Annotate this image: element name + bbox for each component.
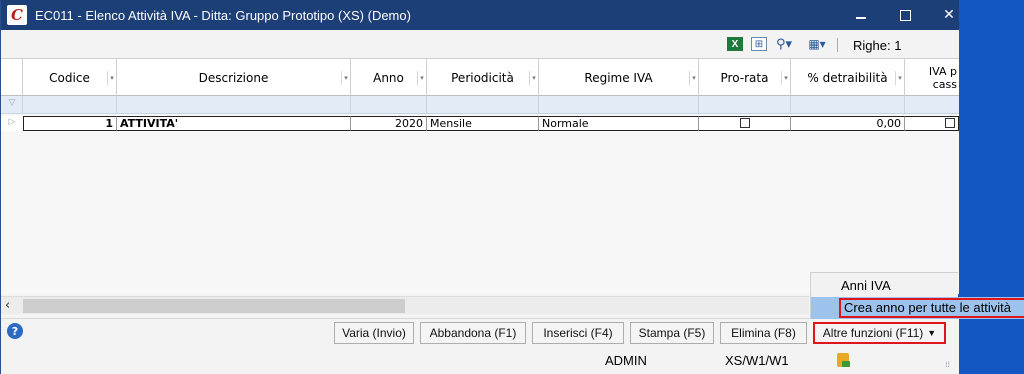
chevron-down-icon[interactable]: ▾ [895, 71, 904, 85]
chevron-down-icon[interactable]: ▾ [417, 71, 426, 85]
table-row[interactable]: ▷ 1 ATTIVITA' 2020 Mensile Normale 0,00 [1, 116, 959, 131]
status-bar: ADMIN XS/W1/W1 ⁞⁞ [1, 346, 959, 374]
menu-item-anni-iva[interactable]: Anni IVA [811, 275, 1024, 297]
column-header-label: IVA p cass [928, 65, 957, 91]
column-header-descrizione[interactable]: Descrizione ▾ [117, 59, 351, 97]
column-header-label: Codice [49, 71, 90, 85]
row-selector-header [1, 59, 23, 97]
column-header-regime-iva[interactable]: Regime IVA ▾ [539, 59, 699, 97]
grid-toolbar: X ⊞ ⚲▾ ▦▾ Righe: 1 [1, 30, 959, 58]
cell-periodicita[interactable]: Mensile [427, 116, 539, 131]
maximize-button[interactable] [883, 0, 927, 30]
app-logo-icon: C [7, 5, 27, 25]
filter-cell-pro-rata[interactable] [699, 96, 791, 114]
resize-grip-icon[interactable]: ⁞⁞ [945, 360, 950, 369]
filter-cell-regime-iva[interactable] [539, 96, 699, 114]
cell-anno[interactable]: 2020 [351, 116, 427, 131]
column-header-label: Periodicità [451, 71, 514, 85]
column-header-detraibilita[interactable]: % detraibilità ▾ [791, 59, 905, 97]
grid-header: Codice ▾ Descrizione ▾ Anno ▾ Periodicit… [1, 58, 959, 97]
title-bar[interactable]: C EC011 - Elenco Attività IVA - Ditta: G… [1, 0, 959, 30]
status-path: XS/W1/W1 [725, 353, 789, 368]
filter-cell-descrizione[interactable] [117, 96, 351, 114]
window-title: EC011 - Elenco Attività IVA - Ditta: Gru… [35, 7, 411, 23]
filter-row[interactable]: ▽ [1, 96, 959, 114]
grid-layout-icon[interactable]: ⊞ [751, 37, 767, 51]
row-indicator-icon: ▷ [8, 117, 16, 127]
minimize-icon [856, 17, 866, 19]
altre-funzioni-button[interactable]: Altre funzioni (F11) ▼ [813, 322, 946, 344]
column-header-label: Anno [373, 71, 404, 85]
pro-rata-checkbox[interactable] [739, 118, 750, 128]
stampa-button[interactable]: Stampa (F5) [630, 322, 714, 344]
cell-iva-cassa[interactable] [905, 116, 959, 131]
chevron-down-icon[interactable]: ▾ [341, 71, 350, 85]
column-header-anno[interactable]: Anno ▾ [351, 59, 427, 97]
chevron-down-icon[interactable]: ▾ [107, 71, 116, 85]
column-header-label: Descrizione [198, 71, 269, 85]
column-header-pro-rata[interactable]: Pro-rata ▾ [699, 59, 791, 97]
cell-codice[interactable]: 1 [23, 116, 117, 131]
inserisci-button[interactable]: Inserisci (F4) [532, 322, 624, 344]
iva-cassa-checkbox[interactable] [945, 118, 955, 128]
altre-funzioni-label: Altre funzioni (F11) [822, 326, 924, 340]
filter-cell-anno[interactable] [351, 96, 427, 114]
excel-export-icon[interactable]: X [727, 37, 743, 51]
maximize-icon [899, 9, 911, 21]
help-icon[interactable]: ? [7, 323, 23, 339]
column-header-iva-cassa[interactable]: IVA p cass [905, 59, 959, 97]
search-filter-icon[interactable]: ⚲▾ [771, 37, 797, 52]
cell-descrizione[interactable]: ATTIVITA' [117, 116, 351, 131]
chevron-down-icon[interactable]: ▾ [781, 71, 790, 85]
filter-cell-iva-cassa[interactable] [905, 96, 959, 114]
toolbar-divider [837, 38, 838, 52]
close-icon: ✕ [943, 7, 955, 23]
scroll-left-icon[interactable]: ‹ [5, 298, 10, 313]
abbandona-button[interactable]: Abbandona (F1) [420, 322, 526, 344]
close-button[interactable]: ✕ [927, 0, 971, 30]
row-count: Righe: 1 [853, 38, 902, 53]
menu-item-crea-anno[interactable]: Crea anno per tutte le attività [844, 300, 1024, 316]
status-user: ADMIN [605, 353, 647, 368]
cell-pro-rata[interactable] [699, 116, 791, 131]
varia-button[interactable]: Varia (Invio) [334, 322, 414, 344]
filter-cell [1, 96, 23, 114]
horizontal-scrollbar[interactable]: ‹ [1, 296, 809, 314]
caret-down-icon: ▼ [927, 328, 937, 338]
cell-regime-iva[interactable]: Normale [539, 116, 699, 131]
column-header-label: % detraibilità [807, 71, 888, 85]
cell-detraibilita[interactable]: 0,00 [791, 116, 905, 131]
chevron-down-icon[interactable]: ▾ [529, 71, 538, 85]
column-header-codice[interactable]: Codice ▾ [23, 59, 117, 97]
column-header-periodicita[interactable]: Periodicità ▾ [427, 59, 539, 97]
button-bar: ? Varia (Invio) Abbandona (F1) Inserisci… [1, 318, 959, 346]
chevron-down-icon[interactable]: ▾ [689, 71, 698, 85]
filter-cell-detraibilita[interactable] [791, 96, 905, 114]
columns-chooser-icon[interactable]: ▦▾ [803, 37, 831, 51]
column-header-label: Regime IVA [584, 71, 653, 85]
column-header-label: Pro-rata [720, 71, 769, 85]
data-grid: Codice ▾ Descrizione ▾ Anno ▾ Periodicit… [1, 58, 959, 294]
scrollbar-thumb[interactable] [23, 299, 405, 313]
filter-cell-codice[interactable] [23, 96, 117, 114]
minimize-button[interactable] [839, 0, 883, 30]
elimina-button[interactable]: Elimina (F8) [720, 322, 807, 344]
database-icon [837, 353, 850, 367]
filter-cell-periodicita[interactable] [427, 96, 539, 114]
